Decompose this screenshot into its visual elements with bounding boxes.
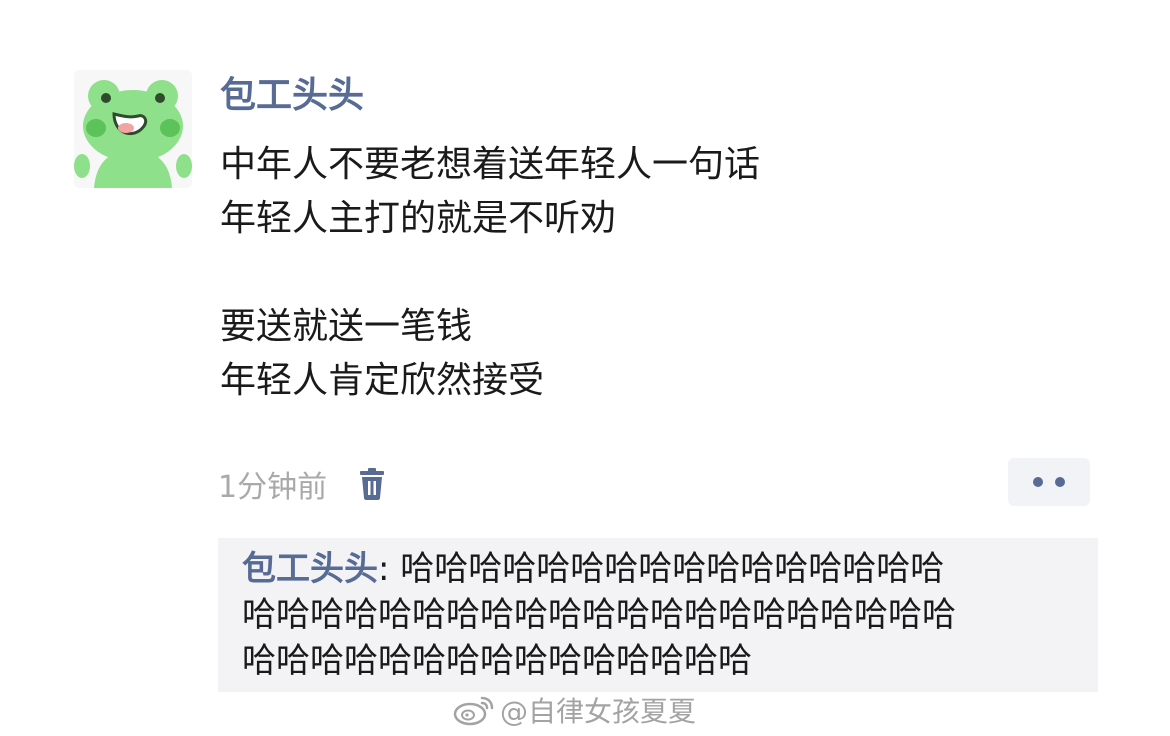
comment-author-name[interactable]: 包工头头 — [242, 549, 378, 589]
comment-line: 哈哈哈哈哈哈哈哈哈哈哈哈哈哈哈 — [242, 638, 1084, 684]
post-text-line: 中年人不要老想着送年轻人一句话 — [220, 144, 761, 185]
comment-text: 哈哈哈哈哈哈哈哈哈哈哈哈哈哈哈 — [242, 641, 752, 681]
comment-line: 哈哈哈哈哈哈哈哈哈哈哈哈哈哈哈哈哈哈哈哈哈 — [242, 592, 1084, 638]
post-text-line: 要送就送一笔钱 — [220, 306, 473, 347]
watermark-text: @自律女孩夏夏 — [500, 695, 697, 728]
comment-text: 哈哈哈哈哈哈哈哈哈哈哈哈哈哈哈哈 — [400, 549, 945, 589]
post-meta-row: 1分钟前 — [218, 462, 387, 506]
watermark: @自律女孩夏夏 — [452, 690, 696, 730]
avatar[interactable] — [74, 70, 192, 188]
comment-text: 哈哈哈哈哈哈哈哈哈哈哈哈哈哈哈哈哈哈哈哈哈 — [242, 595, 956, 635]
post-content: 中年人不要老想着送年轻人一句话 年轻人主打的就是不听劝 要送就送一笔钱 年轻人肯… — [220, 138, 1120, 408]
trash-icon[interactable] — [357, 465, 387, 503]
ellipsis-icon — [1055, 477, 1065, 487]
post-text-line: 年轻人肯定欣然接受 — [220, 360, 545, 401]
weibo-logo-icon — [453, 696, 494, 726]
frog-avatar-icon — [74, 70, 192, 188]
post-text-line: 年轻人主打的就是不听劝 — [220, 198, 617, 239]
more-actions-button[interactable] — [1008, 458, 1090, 506]
post-timestamp: 1分钟前 — [218, 470, 328, 505]
comment-line: 包工头头: 哈哈哈哈哈哈哈哈哈哈哈哈哈哈哈哈 — [242, 546, 1084, 592]
comment-area: 包工头头: 哈哈哈哈哈哈哈哈哈哈哈哈哈哈哈哈 哈哈哈哈哈哈哈哈哈哈哈哈哈哈哈哈哈… — [218, 538, 1098, 692]
ellipsis-icon — [1033, 477, 1043, 487]
comment-separator: : — [378, 549, 401, 589]
post-author-name[interactable]: 包工头头 — [220, 72, 364, 120]
